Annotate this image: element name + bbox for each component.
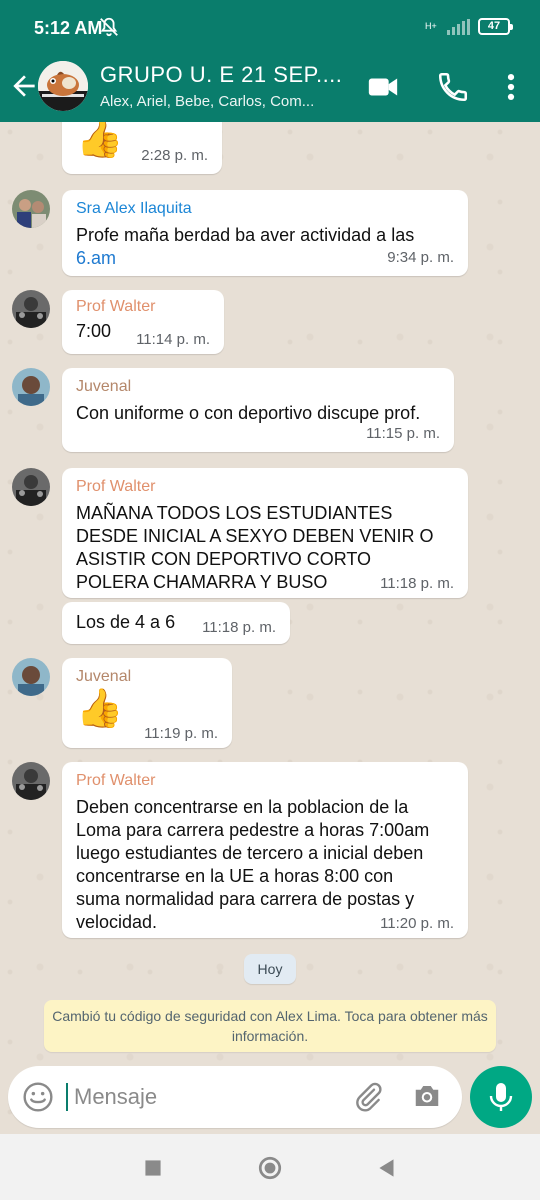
chat-header: GRUPO U. E 21 SEP.... Alex, Ariel, Bebe,…: [0, 56, 540, 122]
text-cursor: [66, 1083, 68, 1111]
nav-home-icon[interactable]: [257, 1155, 283, 1181]
mic-icon: [489, 1083, 513, 1111]
message-text: Con uniforme o con deportivo discupe pro…: [76, 403, 421, 423]
emoji-icon[interactable]: [22, 1081, 54, 1113]
avatar[interactable]: [12, 368, 50, 406]
avatar[interactable]: [12, 762, 50, 800]
message-bubble[interactable]: Juvenal 👍 11:19 p. m.: [62, 658, 232, 748]
network-type: H+: [425, 21, 437, 31]
message-bubble[interactable]: Prof Walter MAÑANA TODOS LOS ESTUDIANTES…: [62, 468, 468, 598]
message-bubble[interactable]: Juvenal Con uniforme o con deportivo dis…: [62, 368, 454, 452]
message-text-body: Profe maña berdad ba aver actividad a la…: [76, 225, 415, 245]
message-bubble[interactable]: 👍 2:28 p. m.: [62, 122, 222, 174]
message-bubble[interactable]: Prof Walter 7:00 11:14 p. m.: [62, 290, 224, 354]
avatar[interactable]: [12, 190, 50, 228]
nav-recents-icon[interactable]: [140, 1155, 166, 1181]
message-sender: Prof Walter: [76, 478, 156, 495]
message-text: 👍: [76, 688, 124, 730]
camera-icon[interactable]: [412, 1082, 442, 1110]
status-bar: 5:12 AM H+ 47: [0, 0, 540, 56]
message-sender: Prof Walter: [76, 298, 156, 315]
date-divider: Hoy: [244, 954, 296, 984]
signal-icon: [447, 18, 470, 35]
message-sender: Juvenal: [76, 668, 132, 685]
message-bubble[interactable]: Los de 4 a 6 11:18 p. m.: [62, 602, 290, 644]
message-composer[interactable]: Mensaje: [8, 1066, 462, 1128]
chat-participants[interactable]: Alex, Ariel, Bebe, Carlos, Com...: [100, 93, 314, 110]
security-code-notice[interactable]: Cambió tu código de seguridad con Alex L…: [44, 1000, 496, 1052]
message-link[interactable]: 6.am: [76, 248, 116, 268]
message-sender: Prof Walter: [76, 772, 156, 789]
message-bubble[interactable]: Prof Walter Deben concentrarse en la pob…: [62, 762, 468, 938]
back-arrow-icon[interactable]: [8, 70, 40, 102]
message-time: 11:20 p. m.: [380, 915, 454, 932]
phone-icon[interactable]: [436, 70, 470, 104]
group-avatar[interactable]: [38, 61, 88, 111]
message-time: 11:15 p. m.: [366, 425, 440, 442]
avatar[interactable]: [12, 658, 50, 696]
nav-back-icon[interactable]: [374, 1155, 400, 1181]
avatar[interactable]: [12, 468, 50, 506]
battery-icon: 47: [478, 18, 513, 35]
status-time: 5:12 AM: [34, 18, 103, 38]
message-time: 11:18 p. m.: [380, 575, 454, 592]
message-sender: Juvenal: [76, 378, 132, 395]
system-nav-bar: [0, 1134, 540, 1200]
message-time: 2:28 p. m.: [141, 147, 208, 164]
message-time: 11:14 p. m.: [136, 331, 210, 348]
more-options-icon[interactable]: [494, 70, 528, 104]
message-time: 9:34 p. m.: [387, 249, 454, 266]
attach-icon[interactable]: [352, 1080, 384, 1114]
status-indicators: H+ 47: [425, 18, 513, 35]
message-time: 11:19 p. m.: [144, 725, 218, 742]
message-list[interactable]: 👍 2:28 p. m. Sra Alex Ilaquita Profe mañ…: [0, 122, 540, 1134]
mic-button[interactable]: [470, 1066, 532, 1128]
avatar[interactable]: [12, 290, 50, 328]
chat-title[interactable]: GRUPO U. E 21 SEP....: [100, 62, 342, 88]
message-text: Deben concentrarse en la poblacion de la…: [76, 797, 430, 932]
video-call-icon[interactable]: [366, 70, 400, 104]
message-input[interactable]: Mensaje: [74, 1084, 157, 1110]
message-time: 11:18 p. m.: [202, 619, 276, 636]
notifications-muted-icon: [100, 17, 118, 37]
message-bubble[interactable]: Sra Alex Ilaquita Profe maña berdad ba a…: [62, 190, 468, 276]
message-sender: Sra Alex Ilaquita: [76, 200, 192, 217]
